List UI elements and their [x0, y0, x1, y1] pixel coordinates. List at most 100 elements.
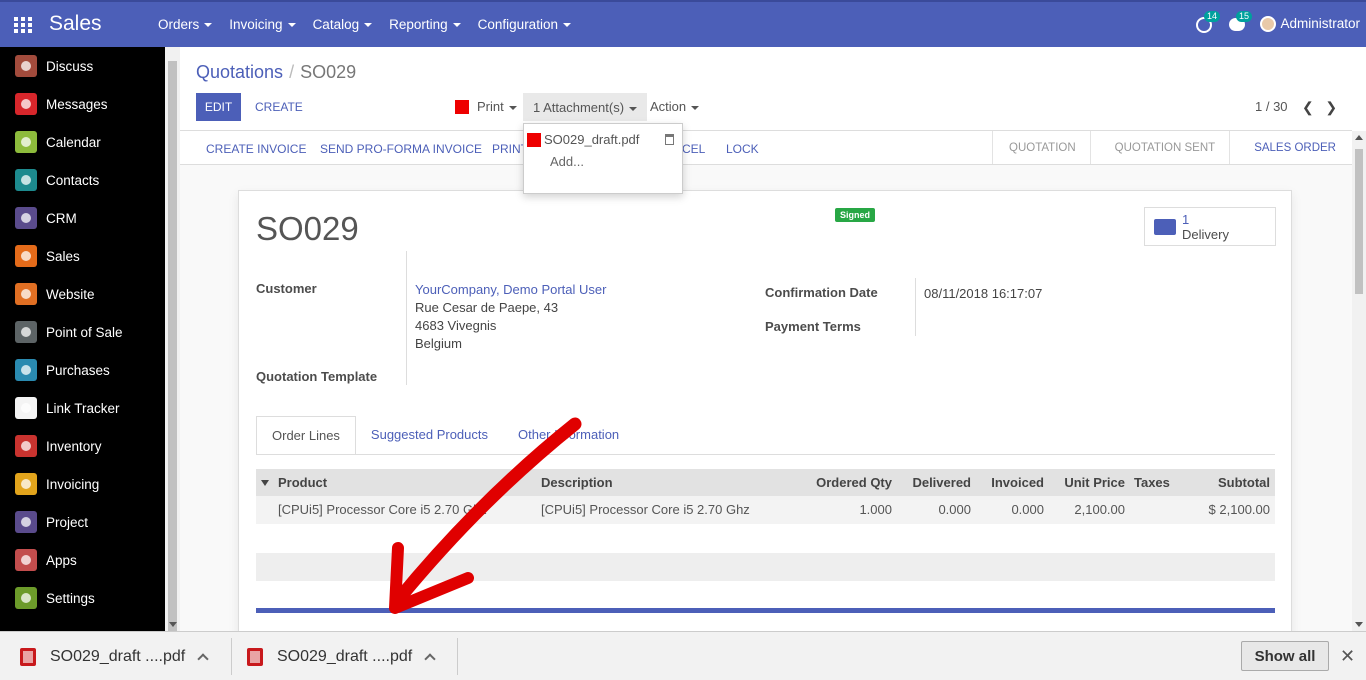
- chevron-right-icon[interactable]: ❯: [1325, 99, 1337, 115]
- pdf-file-icon: [20, 647, 36, 666]
- breadcrumb-current: SO029: [300, 62, 357, 82]
- section-divider: [256, 608, 1275, 613]
- attachment-item[interactable]: SO029_draft.pdf: [527, 132, 639, 147]
- pager-value[interactable]: 1 / 30: [1255, 99, 1288, 114]
- scroll-down-arrow-icon[interactable]: [169, 622, 177, 627]
- table-row[interactable]: [CPUi5] Processor Core i5 2.70 Ghz [CPUi…: [256, 496, 1275, 524]
- show-all-button[interactable]: Show all: [1241, 641, 1329, 671]
- chevron-up-icon[interactable]: [197, 652, 209, 665]
- menu-reporting[interactable]: Reporting: [389, 17, 461, 32]
- close-icon[interactable]: ✕: [1340, 646, 1355, 667]
- statusbar: CREATE INVOICE SEND PRO-FORMA INVOICE PR…: [180, 130, 1352, 165]
- chevron-up-icon[interactable]: [424, 652, 436, 665]
- field-divider: [406, 251, 407, 385]
- col-product[interactable]: Product: [278, 475, 327, 490]
- menu-invoicing[interactable]: Invoicing: [229, 17, 296, 32]
- sidebar-item-label: Link Tracker: [46, 400, 120, 416]
- lock-button[interactable]: LOCK: [726, 142, 759, 156]
- menu-orders[interactable]: Orders: [158, 17, 213, 32]
- print-marker-icon: [455, 99, 469, 114]
- sidebar-item-label: Apps: [46, 552, 77, 568]
- sidebar-item-label: Purchases: [46, 362, 110, 378]
- download-item[interactable]: SO029_draft ....pdf: [247, 632, 436, 680]
- main-menu: Orders Invoicing Catalog Reporting Confi…: [158, 17, 571, 32]
- caret-down-icon: [691, 105, 700, 110]
- attachments-dropdown-toggle[interactable]: 1 Attachment(s): [523, 93, 648, 121]
- sidebar-item-sales[interactable]: Sales: [0, 237, 165, 275]
- delivery-smart-button[interactable]: 1 Delivery: [1144, 207, 1276, 246]
- sidebar-item-settings[interactable]: Settings: [0, 579, 165, 617]
- state-quotation-sent[interactable]: QUOTATION SENT: [1089, 131, 1230, 164]
- sidebar-item-label: Discuss: [46, 58, 94, 74]
- sidebar-item-contacts[interactable]: Contacts: [0, 161, 165, 199]
- scrollbar-thumb[interactable]: [168, 61, 177, 641]
- action-dropdown[interactable]: Action: [650, 99, 700, 114]
- point-of-sale-icon: [15, 321, 37, 343]
- app-sidebar: Discuss Messages Calendar Contacts CRM S…: [0, 47, 165, 631]
- create-button[interactable]: CREATE: [255, 100, 303, 114]
- cell-unit-price: 2,100.00: [1074, 502, 1125, 517]
- sidebar-item-calendar[interactable]: Calendar: [0, 123, 165, 161]
- tab-other-information[interactable]: Other Information: [503, 416, 634, 455]
- message-count-badge: 15: [1236, 11, 1253, 22]
- sidebar-item-messages[interactable]: Messages: [0, 85, 165, 123]
- link-tracker-icon: [15, 397, 37, 419]
- cancel-button[interactable]: CEL: [682, 142, 705, 156]
- sidebar-item-apps[interactable]: Apps: [0, 541, 165, 579]
- download-filename: SO029_draft ....pdf: [50, 647, 186, 665]
- sidebar-item-point-of-sale[interactable]: Point of Sale: [0, 313, 165, 351]
- sidebar-item-link-tracker[interactable]: Link Tracker: [0, 389, 165, 427]
- user-menu[interactable]: Administrator: [1280, 16, 1360, 31]
- tabs-divider: [256, 454, 1275, 455]
- scrollbar-thumb[interactable]: [1355, 149, 1363, 294]
- sidebar-item-label: Point of Sale: [46, 324, 123, 340]
- edit-button[interactable]: EDIT: [196, 93, 241, 121]
- order-name: SO029: [256, 210, 359, 247]
- sidebar-item-invoicing[interactable]: Invoicing: [0, 465, 165, 503]
- delivery-count: 1: [1182, 211, 1190, 227]
- cell-product: [CPUi5] Processor Core i5 2.70 Ghz: [278, 502, 487, 517]
- state-sales-order[interactable]: SALES ORDER: [1229, 131, 1352, 164]
- apps-menu-icon[interactable]: [14, 17, 32, 33]
- chevron-left-icon[interactable]: ❮: [1302, 99, 1314, 115]
- col-taxes[interactable]: Taxes: [1134, 475, 1170, 490]
- state-quotation[interactable]: QUOTATION: [992, 131, 1090, 164]
- sidebar-item-discuss[interactable]: Discuss: [0, 47, 165, 85]
- scroll-down-arrow-icon[interactable]: [1355, 622, 1363, 627]
- calendar-icon: [15, 131, 37, 153]
- sidebar-item-crm[interactable]: CRM: [0, 199, 165, 237]
- sidebar-item-website[interactable]: Website: [0, 275, 165, 313]
- add-attachment-link[interactable]: Add...: [550, 154, 584, 169]
- breadcrumb-quotations-link[interactable]: Quotations: [196, 62, 283, 82]
- sidebar-item-project[interactable]: Project: [0, 503, 165, 541]
- col-subtotal[interactable]: Subtotal: [1218, 475, 1270, 490]
- menu-catalog[interactable]: Catalog: [313, 17, 373, 32]
- download-separator: [231, 638, 232, 675]
- sidebar-item-label: Contacts: [46, 172, 100, 188]
- col-description[interactable]: Description: [541, 475, 613, 490]
- user-avatar[interactable]: [1260, 16, 1276, 32]
- col-ordered-qty[interactable]: Ordered Qty: [816, 475, 892, 490]
- tab-order-lines[interactable]: Order Lines: [256, 416, 356, 455]
- sidebar-item-inventory[interactable]: Inventory: [0, 427, 165, 465]
- col-delivered[interactable]: Delivered: [912, 475, 971, 490]
- download-item[interactable]: SO029_draft ....pdf: [20, 632, 209, 680]
- main-scrollbar[interactable]: [1352, 131, 1366, 631]
- scroll-up-arrow-icon[interactable]: [1355, 135, 1363, 140]
- menu-configuration[interactable]: Configuration: [478, 17, 571, 32]
- field-divider: [915, 278, 916, 336]
- create-invoice-button[interactable]: CREATE INVOICE: [206, 142, 306, 156]
- trash-icon[interactable]: [665, 134, 674, 145]
- print-dropdown[interactable]: Print: [455, 99, 517, 114]
- sidebar-scrollbar[interactable]: [165, 47, 180, 641]
- cell-delivered: 0.000: [938, 502, 971, 517]
- send-proforma-button[interactable]: SEND PRO-FORMA INVOICE: [320, 142, 482, 156]
- col-invoiced[interactable]: Invoiced: [991, 475, 1044, 490]
- signed-badge: Signed: [835, 208, 876, 222]
- delivery-label: Delivery: [1182, 226, 1229, 242]
- col-unit-price[interactable]: Unit Price: [1064, 475, 1125, 490]
- tab-suggested-products[interactable]: Suggested Products: [356, 416, 503, 455]
- caret-down-icon[interactable]: [261, 480, 269, 486]
- sidebar-item-purchases[interactable]: Purchases: [0, 351, 165, 389]
- customer-link[interactable]: YourCompany, Demo Portal User: [415, 282, 606, 297]
